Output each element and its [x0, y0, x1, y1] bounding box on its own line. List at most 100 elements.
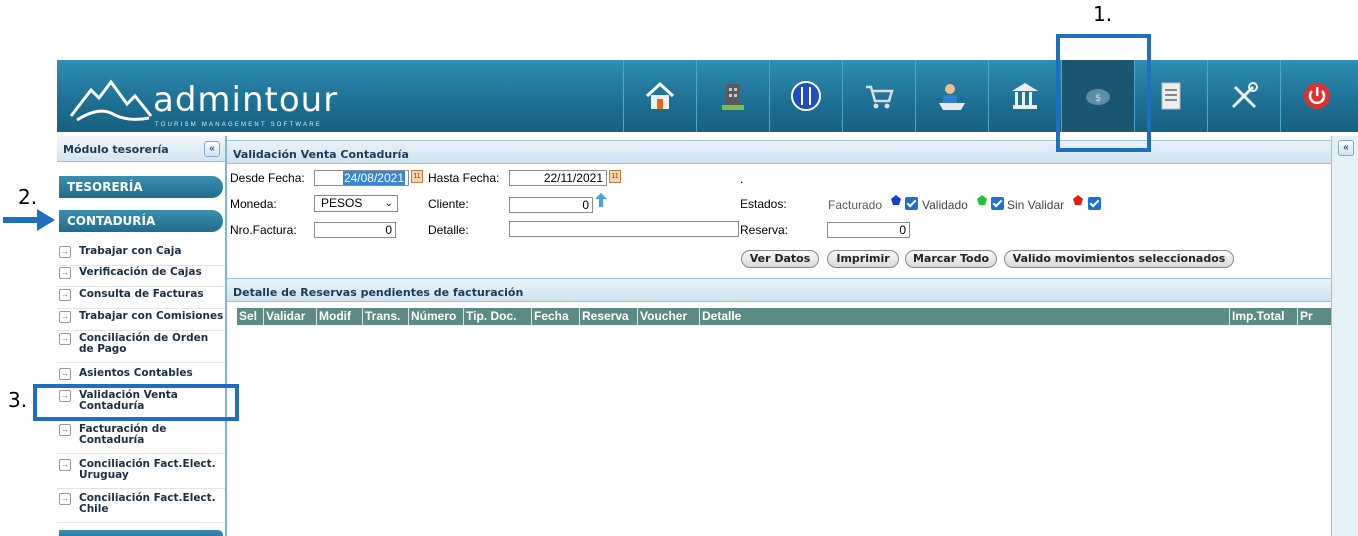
column-tip-doc[interactable]: Tip. Doc.: [464, 308, 532, 325]
sidebar-item-label: Asientos Contables: [79, 367, 193, 379]
hasta-fecha-input[interactable]: 22/11/2021: [509, 170, 607, 186]
column-validar[interactable]: Validar: [264, 308, 317, 325]
sidebar: Módulo tesorería « TESORERÍA CONTADURÍA …: [57, 136, 227, 536]
bullet-arrow-icon: →: [59, 267, 71, 279]
validado-label: Validado: [922, 198, 968, 212]
mountain-logo-icon: [69, 79, 153, 122]
top-header: admintour TOURISM MANAGEMENT SOFTWARE $: [57, 60, 1358, 132]
sidebar-item-conciliacion-orden-pago[interactable]: → Conciliación de Orden de Pago: [57, 333, 225, 363]
sidebar-title: Módulo tesorería: [63, 143, 169, 156]
section-tesoreria[interactable]: TESORERÍA: [59, 176, 223, 198]
tools-icon: [1231, 82, 1258, 109]
bullet-arrow-icon: →: [59, 246, 71, 258]
nav-cart-button[interactable]: [842, 60, 915, 132]
column-imp-total[interactable]: Imp.Total: [1230, 308, 1298, 325]
annotation-number-1: 1.: [1093, 2, 1113, 26]
sidebar-item-facturacion-contaduria[interactable]: → Facturación de Contaduría: [57, 424, 225, 454]
calendar-icon[interactable]: 11: [411, 170, 423, 183]
sidebar-item-conciliacion-uruguay[interactable]: → Conciliación Fact.Elect. Uruguay: [57, 459, 225, 489]
dot-text: .: [740, 172, 744, 186]
sidebar-item-label: Conciliación de Orden de Pago: [79, 332, 209, 355]
reserva-label: Reserva:: [740, 223, 789, 237]
validado-checkbox[interactable]: [991, 197, 1004, 210]
bullet-arrow-icon: →: [59, 333, 71, 345]
sidebar-item-trabajar-caja[interactable]: → Trabajar con Caja: [57, 246, 225, 266]
bullet-arrow-icon: →: [59, 459, 71, 471]
bullet-arrow-icon: →: [59, 424, 71, 436]
bullet-arrow-icon: →: [59, 311, 71, 323]
bullet-arrow-icon: →: [59, 289, 71, 301]
nav-tools-button[interactable]: [1207, 60, 1280, 132]
column-detalle[interactable]: Detalle: [700, 308, 1230, 325]
column-modif[interactable]: Modif: [317, 308, 363, 325]
red-gem-icon: [1073, 195, 1083, 205]
desde-fecha-value: 24/08/2021: [342, 171, 405, 185]
valido-movimientos-button[interactable]: Valido movimientos seleccionados: [1004, 250, 1234, 268]
bullet-arrow-icon: →: [59, 493, 71, 505]
form-panel-title: Validación Venta Contaduría: [227, 140, 1331, 164]
detail-panel-title: Detalle de Reservas pendientes de factur…: [227, 278, 1331, 302]
annotation-box-1: [1056, 34, 1151, 152]
column-trans[interactable]: Trans.: [363, 308, 409, 325]
cliente-label: Cliente:: [428, 197, 469, 211]
search-arrow-icon[interactable]: [595, 193, 607, 207]
blue-gem-icon: [891, 195, 901, 205]
power-icon: [1304, 83, 1330, 109]
hasta-fecha-label: Hasta Fecha:: [428, 171, 500, 185]
building-icon: [722, 84, 744, 110]
chevron-down-icon: ⌄: [384, 198, 393, 209]
facturado-label: Facturado: [828, 198, 883, 212]
annotation-number-2: 2.: [18, 185, 38, 209]
nav-logout-button[interactable]: [1280, 60, 1353, 132]
sidebar-item-consulta-facturas[interactable]: → Consulta de Facturas: [57, 289, 225, 309]
reserva-input[interactable]: 0: [827, 222, 910, 238]
bullet-arrow-icon: →: [59, 368, 71, 380]
detalle-input[interactable]: [509, 221, 739, 237]
detalle-label: Detalle:: [428, 223, 469, 237]
nro-factura-input[interactable]: 0: [314, 222, 396, 238]
sin-validar-checkbox[interactable]: [1088, 197, 1101, 210]
column-pr[interactable]: Pr: [1298, 308, 1331, 325]
section-contaduria[interactable]: CONTADURÍA: [59, 210, 223, 232]
desde-fecha-input[interactable]: 24/08/2021: [314, 170, 409, 186]
imprimir-button[interactable]: Imprimir: [827, 250, 899, 268]
sidebar-collapse-button[interactable]: «: [204, 141, 220, 157]
admintour-logo[interactable]: admintour TOURISM MANAGEMENT SOFTWARE: [69, 74, 337, 128]
sin-validar-label: Sin Validar: [1007, 198, 1065, 212]
sidebar-item-label: Consulta de Facturas: [79, 288, 204, 300]
cart-icon: [866, 85, 894, 109]
nav-hotel-button[interactable]: [696, 60, 769, 132]
home-icon: [645, 81, 675, 109]
column-reserva[interactable]: Reserva: [580, 308, 638, 325]
moneda-label: Moneda:: [230, 197, 277, 211]
nav-home-button[interactable]: [623, 60, 696, 132]
nav-restaurant-button[interactable]: [769, 60, 842, 132]
section-next[interactable]: [59, 530, 223, 536]
bank-icon: [1012, 83, 1038, 109]
sidebar-item-label: Trabajar con Caja: [79, 245, 182, 257]
restaurant-icon: [791, 81, 821, 111]
grid-header: Sel Validar Modif Trans. Número Tip. Doc…: [237, 308, 1331, 325]
right-panel-collapse-button[interactable]: «: [1338, 140, 1354, 156]
marcar-todo-button[interactable]: Marcar Todo: [905, 250, 997, 268]
column-voucher[interactable]: Voucher: [638, 308, 700, 325]
nro-factura-label: Nro.Factura:: [230, 223, 297, 237]
column-numero[interactable]: Número: [409, 308, 464, 325]
sidebar-item-conciliacion-chile[interactable]: → Conciliación Fact.Elect. Chile: [57, 493, 225, 523]
user-desk-icon: [939, 84, 965, 110]
nav-bank-button[interactable]: [988, 60, 1061, 132]
logo-text: admintour: [153, 80, 339, 120]
calendar-icon[interactable]: 11: [609, 170, 621, 183]
moneda-select[interactable]: PESOS ⌄: [314, 195, 398, 212]
cliente-input[interactable]: 0: [509, 197, 593, 213]
facturado-checkbox[interactable]: [905, 197, 918, 210]
nav-user-desk-button[interactable]: [915, 60, 988, 132]
sidebar-item-verificacion-cajas[interactable]: → Verificación de Cajas: [57, 267, 225, 287]
right-collapsed-panel: «: [1331, 136, 1358, 536]
sidebar-item-label: Facturación de Contaduría: [79, 423, 167, 446]
ver-datos-button[interactable]: Ver Datos: [741, 250, 819, 268]
column-sel[interactable]: Sel: [237, 308, 264, 325]
document-icon: [1161, 82, 1181, 110]
sidebar-item-trabajar-comisiones[interactable]: → Trabajar con Comisiones: [57, 311, 225, 331]
column-fecha[interactable]: Fecha: [532, 308, 580, 325]
